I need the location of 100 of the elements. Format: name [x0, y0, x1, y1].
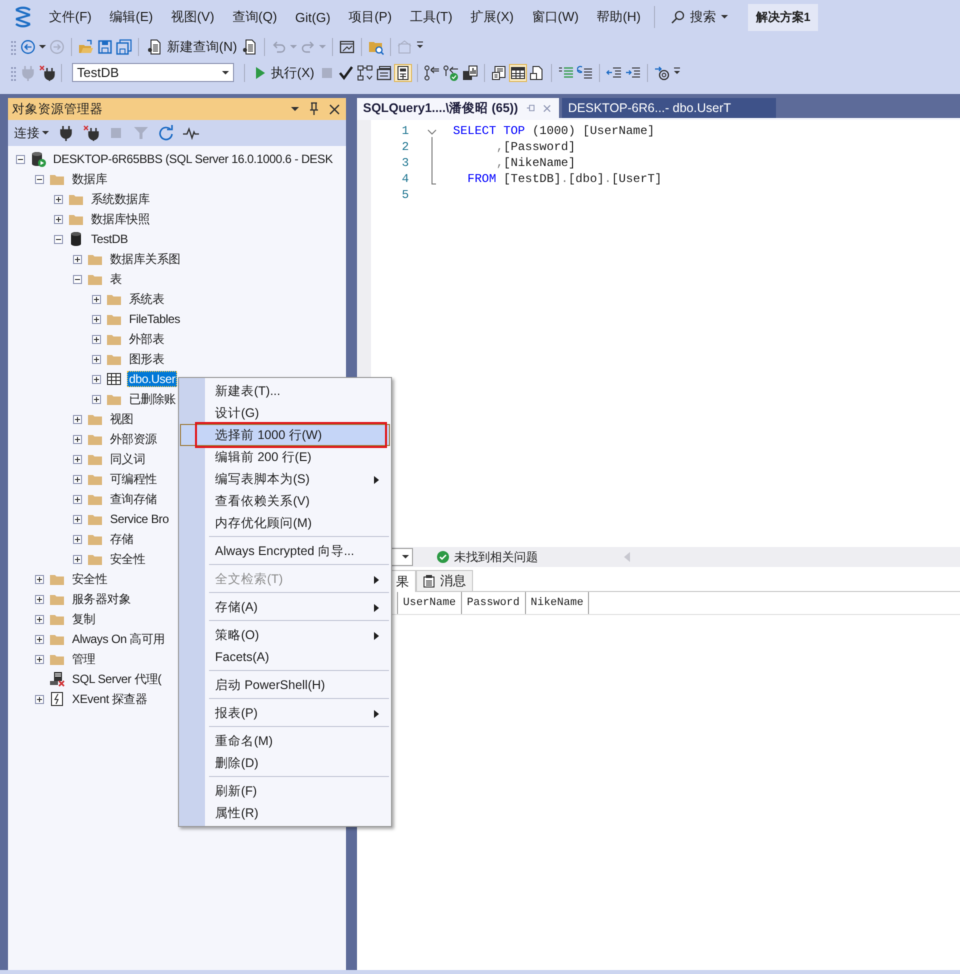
menu-item[interactable]: 编写表脚本为(S): [180, 468, 390, 490]
tree-item[interactable]: 安全性: [108, 550, 148, 568]
expand-icon[interactable]: [92, 374, 101, 384]
grid-icon[interactable]: [510, 64, 526, 80]
tree-item[interactable]: 系统表: [127, 290, 166, 308]
comment-icon[interactable]: [558, 64, 574, 80]
windows-icon[interactable]: [376, 64, 392, 80]
indent-icon[interactable]: [625, 64, 642, 80]
expand-icon[interactable]: [92, 334, 101, 344]
collapse-icon[interactable]: [35, 174, 44, 184]
menu-item[interactable]: Always Encrypted 向导...: [180, 540, 390, 562]
tree-item[interactable]: 系统数据库: [89, 190, 152, 208]
close-icon[interactable]: [329, 104, 340, 114]
expand-icon[interactable]: [35, 614, 44, 624]
menu-item[interactable]: 设计(G): [180, 402, 390, 424]
toolbar-grip[interactable]: [10, 64, 17, 80]
menu-item[interactable]: 编辑(E): [100, 5, 162, 29]
back-icon[interactable]: [20, 38, 36, 54]
collapse-icon[interactable]: [73, 274, 82, 284]
check-icon[interactable]: [338, 64, 354, 80]
expand-icon[interactable]: [73, 554, 82, 564]
menu-item[interactable]: 工具(T): [400, 5, 462, 29]
caret-icon[interactable]: [291, 107, 299, 111]
tree-item[interactable]: 数据库关系图: [108, 250, 182, 268]
tree-item[interactable]: 外部资源: [108, 430, 159, 448]
tree-item[interactable]: 数据库: [70, 170, 110, 188]
expand-icon[interactable]: [35, 574, 44, 584]
document-tab[interactable]: DESKTOP-6R6...- dbo.UserT: [562, 98, 776, 118]
menu-item[interactable]: Git(G): [286, 6, 340, 28]
expand-icon[interactable]: [73, 494, 82, 504]
expand-icon[interactable]: [35, 694, 44, 704]
expand-icon[interactable]: [73, 454, 82, 464]
menu-item[interactable]: 报表(P): [180, 702, 390, 724]
pin-icon[interactable]: [309, 102, 319, 116]
expand-icon[interactable]: [35, 634, 44, 644]
column-header[interactable]: UserName: [397, 592, 462, 614]
menu-item[interactable]: 新建表(T)...: [180, 380, 390, 402]
caret-icon[interactable]: [39, 44, 46, 48]
table-icon[interactable]: [491, 64, 508, 80]
menu-item[interactable]: 视图(V): [162, 5, 224, 29]
uncomment-icon[interactable]: [577, 64, 594, 80]
expand-icon[interactable]: [73, 254, 82, 264]
menu-item[interactable]: 查询(Q): [223, 5, 286, 29]
tree-item[interactable]: 管理: [70, 650, 98, 668]
database-dropdown[interactable]: TestDB: [72, 63, 234, 82]
plug-icon[interactable]: [58, 125, 74, 141]
tree-item[interactable]: XEvent 探查器: [70, 690, 150, 708]
refresh-icon[interactable]: [158, 125, 174, 141]
menu-item[interactable]: 删除(D): [180, 752, 390, 774]
menu-item[interactable]: 重命名(M): [180, 730, 390, 752]
menu-item[interactable]: 策略(O): [180, 624, 390, 646]
disconnect-icon[interactable]: [83, 125, 99, 141]
results-tab[interactable]: 消息: [416, 570, 473, 591]
tree-item[interactable]: 安全性: [70, 570, 110, 588]
expand-icon[interactable]: [73, 414, 82, 424]
menu-item[interactable]: 内存优化顾问(M): [180, 512, 390, 534]
expand-icon[interactable]: [73, 474, 82, 484]
tree-item[interactable]: 可编程性: [108, 470, 159, 488]
grid-icon[interactable]: [395, 64, 412, 80]
tree-item[interactable]: 已删除账: [127, 390, 178, 408]
menu-item[interactable]: 帮助(H): [588, 5, 650, 29]
tree-item[interactable]: 视图: [108, 410, 136, 428]
window-icon[interactable]: [339, 38, 356, 54]
expand-icon[interactable]: [92, 394, 101, 404]
open-folder-icon[interactable]: [78, 38, 94, 54]
column-header[interactable]: NikeName: [524, 592, 590, 614]
menu-item[interactable]: 刷新(F): [180, 780, 390, 802]
search-button[interactable]: 搜索: [664, 5, 734, 29]
save-icon[interactable]: [97, 38, 113, 54]
menu-item[interactable]: 启动 PowerShell(H): [180, 674, 390, 696]
tree-item[interactable]: 数据库快照: [89, 210, 152, 228]
expand-icon[interactable]: [35, 654, 44, 664]
expand-icon[interactable]: [54, 194, 63, 204]
menu-item[interactable]: 属性(R): [180, 802, 390, 824]
outdent-icon[interactable]: [606, 64, 622, 80]
tree-item[interactable]: 外部表: [127, 330, 166, 348]
activity-icon[interactable]: [183, 125, 199, 141]
tree-item[interactable]: 查询存储: [108, 490, 159, 508]
document-icon[interactable]: [242, 38, 258, 54]
link-check-icon[interactable]: [443, 64, 460, 80]
menu-item[interactable]: 项目(P): [339, 5, 401, 29]
connect-button[interactable]: 连接: [14, 124, 49, 142]
menu-item[interactable]: 查看依赖关系(V): [180, 490, 390, 512]
toolbar-grip[interactable]: [10, 38, 17, 54]
tree-item[interactable]: 复制: [70, 610, 98, 628]
tree-item[interactable]: 同义词: [108, 450, 148, 468]
tree-item[interactable]: Service Bro: [108, 511, 171, 527]
link-icon[interactable]: [424, 64, 440, 80]
tree-item[interactable]: FileTables: [127, 311, 182, 327]
tree-item[interactable]: TestDB: [89, 231, 130, 247]
tree-item[interactable]: 图形表: [127, 350, 166, 368]
tree-item[interactable]: DESKTOP-6R65BBS (SQL Server 16.0.1000.6 - DESK: [51, 151, 335, 167]
expand-icon[interactable]: [73, 434, 82, 444]
column-header[interactable]: Password: [460, 592, 526, 614]
tree-item[interactable]: SQL Server 代理(: [70, 670, 164, 688]
expand-icon[interactable]: [35, 594, 44, 604]
expand-icon[interactable]: [73, 534, 82, 544]
menu-item[interactable]: 存储(A): [180, 596, 390, 618]
menu-item[interactable]: 文件(F): [40, 5, 101, 29]
tree-item[interactable]: dbo.User: [127, 371, 178, 387]
